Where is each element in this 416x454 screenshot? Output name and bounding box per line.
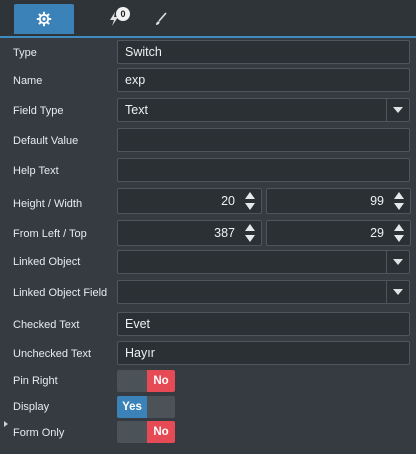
expand-arrow-icon[interactable] — [4, 421, 8, 427]
gear-icon — [36, 11, 52, 27]
height-value: 20 — [221, 194, 235, 208]
toggle-state: No — [147, 421, 175, 443]
type-row: Type Switch — [6, 40, 416, 68]
pin-right-toggle[interactable]: No — [117, 370, 175, 392]
width-input[interactable]: 99 — [266, 188, 411, 214]
tab-bar: 0 — [0, 0, 416, 38]
name-field[interactable]: exp — [117, 68, 410, 92]
properties-panel: Type Switch Name exp Field Type Text Def… — [6, 38, 416, 450]
left-value: 387 — [214, 226, 235, 240]
tab-events[interactable] — [84, 4, 144, 34]
display-row: Display Yes — [6, 396, 416, 424]
unchecked-text-row: Unchecked Text Hayır — [6, 341, 416, 369]
toggle-state: No — [147, 370, 175, 392]
width-value: 99 — [370, 194, 384, 208]
height-stepper[interactable] — [243, 192, 257, 210]
from-left-top-row: From Left / Top 387 29 — [6, 220, 416, 248]
linked-object-label: Linked Object — [13, 256, 81, 268]
linked-object-row: Linked Object — [6, 250, 416, 278]
unchecked-text-field[interactable]: Hayır — [117, 341, 410, 365]
name-label: Name — [13, 75, 43, 87]
pin-right-row: Pin Right No — [6, 370, 416, 398]
field-type-value: Text — [125, 103, 148, 117]
default-value-label: Default Value — [13, 135, 79, 147]
height-input[interactable]: 20 — [117, 188, 262, 214]
linked-object-select[interactable] — [117, 250, 410, 274]
top-stepper[interactable] — [392, 224, 406, 242]
linked-object-field-label: Linked Object Field — [13, 287, 108, 299]
chevron-down-icon[interactable] — [386, 251, 409, 273]
field-type-row: Field Type Text — [6, 98, 416, 126]
top-input[interactable]: 29 — [266, 220, 411, 246]
brush-icon — [156, 12, 167, 25]
width-stepper[interactable] — [392, 192, 406, 210]
pin-right-label: Pin Right — [13, 375, 58, 387]
type-field[interactable]: Switch — [117, 40, 410, 64]
left-stepper[interactable] — [243, 224, 257, 242]
events-count-badge: 0 — [116, 7, 130, 21]
help-text-label: Help Text — [13, 165, 59, 177]
checked-text-label: Checked Text — [13, 319, 80, 331]
display-label: Display — [13, 401, 50, 413]
form-only-label: Form Only — [13, 427, 65, 439]
unchecked-text-label: Unchecked Text — [13, 348, 92, 360]
default-value-row: Default Value — [6, 128, 416, 156]
help-text-row: Help Text — [6, 158, 416, 186]
top-value: 29 — [370, 226, 384, 240]
field-type-select[interactable]: Text — [117, 98, 410, 122]
display-toggle[interactable]: Yes — [117, 396, 175, 418]
left-input[interactable]: 387 — [117, 220, 262, 246]
form-only-row: Form Only No — [6, 421, 416, 449]
linked-object-field-select[interactable] — [117, 280, 410, 304]
form-only-toggle[interactable]: No — [117, 421, 175, 443]
tab-settings[interactable] — [14, 4, 74, 34]
checked-text-row: Checked Text Evet — [6, 312, 416, 340]
checked-text-field[interactable]: Evet — [117, 312, 410, 336]
field-type-label: Field Type — [13, 105, 64, 117]
linked-object-field-row: Linked Object Field — [6, 280, 416, 308]
name-row: Name exp — [6, 68, 416, 96]
type-label: Type — [13, 47, 37, 59]
from-left-top-label: From Left / Top — [13, 228, 87, 240]
chevron-down-icon[interactable] — [386, 281, 409, 303]
toggle-state: Yes — [117, 396, 147, 418]
chevron-down-icon[interactable] — [386, 99, 409, 121]
default-value-field[interactable] — [117, 128, 410, 152]
tab-style[interactable] — [136, 4, 186, 34]
help-text-field[interactable] — [117, 158, 410, 182]
height-width-label: Height / Width — [13, 198, 83, 210]
height-width-row: Height / Width 20 99 — [6, 188, 416, 216]
